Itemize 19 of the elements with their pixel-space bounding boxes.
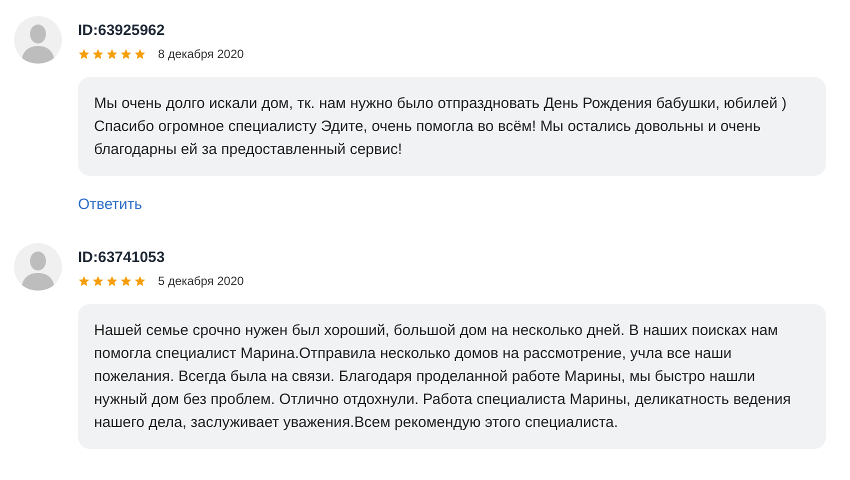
star-icon xyxy=(120,48,132,60)
review-author: ID:63741053 xyxy=(78,248,166,268)
star-icon xyxy=(92,274,104,286)
star-icon xyxy=(106,274,118,286)
star-icon xyxy=(78,274,90,286)
review-text: Мы очень долго искали дом, тк. нам нужно было отпраздновать День Рождения бабушки, юбилей ) Спасибо огромное специалисту Эдите, очень помогла во всём! Мы остались довольны и очень благодарны ей за предоставленный сервис! xyxy=(94,94,788,160)
review-text: Нашей семье срочно нужен был хороший, большой дом на несколько дней. В наших поисках нам помогла специалист Марина.Отправила несколько домов на рассмотрение, учла все наши пожелания. Всегда была на связи. Благодаря проделанной работе Марины, мы быстро нашли нужный дом без проблем. Отлично отдохнули. Работа специалиста Марины, деликатность ведения нашего дела, заслуживает уважения.Всем рекомендую этого специалиста. xyxy=(94,320,792,432)
star-icon xyxy=(78,48,90,60)
star-icon xyxy=(92,48,104,60)
review-date: 5 декабря 2020 xyxy=(158,272,244,290)
review-date: 8 декабря 2020 xyxy=(158,46,244,63)
avatar-icon xyxy=(14,242,62,290)
star-icon xyxy=(120,274,132,286)
reply-link[interactable]: Ответить xyxy=(78,194,142,216)
star-icon xyxy=(134,48,146,60)
star-icon xyxy=(134,274,146,286)
review-author: ID:63925962 xyxy=(78,21,166,41)
avatar-icon xyxy=(14,16,62,64)
star-icon xyxy=(106,48,118,60)
